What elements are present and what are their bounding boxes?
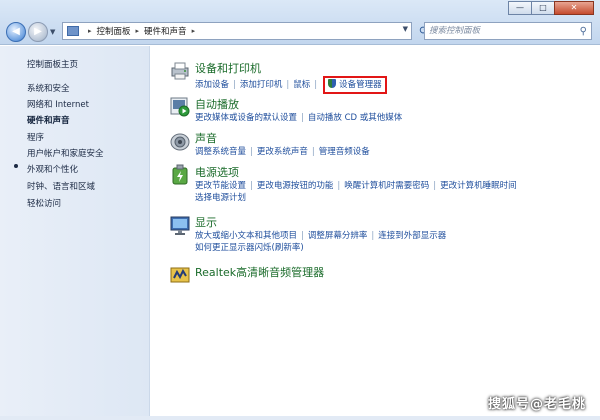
minimize-button[interactable]: —	[508, 1, 532, 15]
link-separator: |	[314, 80, 318, 90]
speaker-icon	[170, 133, 190, 151]
device-manager-link[interactable]: 设备管理器	[323, 76, 387, 94]
refresh-rate-link[interactable]: 如何更正显示器闪烁(刷新率)	[195, 243, 304, 253]
sleep-time-link[interactable]: 更改计算机睡眠时间	[440, 181, 517, 191]
sidebar: 控制面板主页 系统和安全 网络和 Internet 硬件和声音 程序 用户帐户和…	[0, 46, 150, 420]
link-separator: |	[311, 147, 315, 157]
breadcrumb-separator-icon[interactable]: ▸	[136, 27, 140, 35]
link-separator: |	[433, 181, 437, 191]
address-dropdown-icon[interactable]: ▼	[403, 25, 408, 33]
link-separator: |	[233, 80, 236, 90]
sound-title[interactable]: 声音	[195, 130, 217, 146]
sidebar-item-appearance[interactable]: 外观和个性化	[27, 163, 78, 175]
forward-button[interactable]: ▶	[28, 22, 48, 42]
sidebar-item-home[interactable]: 控制面板主页	[27, 58, 78, 70]
add-device-link[interactable]: 添加设备	[195, 80, 229, 90]
title-bar: — □ ✕ ◀ ▶ ▼ ▸ 控制面板 ▸ 硬件和声音 ▸ ▼ ⟳ 搜索控制面板 …	[0, 0, 600, 45]
address-bar[interactable]: ▸ 控制面板 ▸ 硬件和声音 ▸ ▼	[62, 22, 412, 40]
control-panel-icon	[67, 26, 79, 36]
breadcrumb-hardware-sound[interactable]: 硬件和声音	[144, 25, 187, 37]
power-options-title[interactable]: 电源选项	[195, 164, 239, 180]
manage-audio-devices-link[interactable]: 管理音频设备	[319, 147, 370, 157]
sidebar-item-hardware-sound[interactable]: 硬件和声音	[27, 114, 70, 126]
printer-icon	[171, 62, 189, 80]
power-button-link[interactable]: 更改电源按钮的功能	[257, 181, 334, 191]
sidebar-item-user-accounts[interactable]: 用户帐户和家庭安全	[27, 147, 104, 159]
device-manager-label: 设备管理器	[339, 80, 382, 90]
wake-password-link[interactable]: 唤醒计算机时需要密码	[344, 181, 429, 191]
realtek-title[interactable]: Realtek高清晰音频管理器	[195, 264, 324, 280]
battery-icon	[172, 164, 188, 185]
search-placeholder: 搜索控制面板	[429, 26, 481, 36]
mouse-link[interactable]: 鼠标	[293, 80, 310, 90]
change-default-media-link[interactable]: 更改媒体或设备的默认设置	[195, 113, 297, 123]
change-power-saving-link[interactable]: 更改节能设置	[195, 181, 246, 191]
search-icon[interactable]: ⚲	[580, 24, 587, 40]
breadcrumb-control-panel[interactable]: 控制面板	[97, 25, 131, 37]
autoplay-title[interactable]: 自动播放	[195, 96, 239, 112]
autoplay-icon	[170, 97, 190, 117]
uac-shield-icon	[328, 79, 337, 88]
adjust-volume-link[interactable]: 调整系统音量	[195, 147, 246, 157]
current-item-bullet	[14, 164, 18, 168]
breadcrumb-separator-icon[interactable]: ▸	[192, 27, 196, 35]
external-display-link[interactable]: 连接到外部显示器	[378, 231, 446, 241]
back-button[interactable]: ◀	[6, 22, 26, 42]
sidebar-item-network[interactable]: 网络和 Internet	[27, 98, 89, 110]
text-size-link[interactable]: 放大或缩小文本和其他项目	[195, 231, 297, 241]
history-dropdown-icon[interactable]: ▼	[50, 28, 55, 36]
main-content: 设备和打印机 添加设备 | 添加打印机 | 鼠标 | 设备管理器 自动播放 更改媒体或设备的…	[151, 46, 600, 420]
screen-resolution-link[interactable]: 调整屏幕分辨率	[308, 231, 368, 241]
link-separator: |	[286, 80, 290, 90]
change-sounds-link[interactable]: 更改系统声音	[257, 147, 308, 157]
sidebar-item-programs[interactable]: 程序	[27, 131, 44, 143]
link-separator: |	[371, 231, 375, 241]
search-input[interactable]: 搜索控制面板 ⚲	[424, 22, 592, 40]
maximize-button[interactable]: □	[531, 1, 555, 15]
window-controls: — □ ✕	[508, 1, 594, 15]
display-title[interactable]: 显示	[195, 214, 217, 230]
choose-power-plan-link[interactable]: 选择电源计划	[195, 193, 246, 203]
bottom-edge	[0, 416, 600, 420]
close-button[interactable]: ✕	[554, 1, 594, 15]
add-printer-link[interactable]: 添加打印机	[240, 80, 283, 90]
link-separator: |	[337, 181, 341, 191]
devices-printers-title[interactable]: 设备和打印机	[195, 60, 261, 76]
monitor-icon	[170, 216, 190, 235]
autoplay-cd-link[interactable]: 自动播放 CD 或其他媒体	[308, 113, 402, 123]
sidebar-item-ease-of-access[interactable]: 轻松访问	[27, 197, 61, 209]
link-separator: |	[301, 231, 304, 241]
link-separator: |	[250, 181, 253, 191]
realtek-audio-icon	[170, 267, 190, 283]
sidebar-item-clock-region[interactable]: 时钟、语言和区域	[27, 180, 95, 192]
link-separator: |	[301, 113, 304, 123]
watermark: 搜狐号@老毛桃	[487, 397, 586, 412]
link-separator: |	[250, 147, 253, 157]
sidebar-item-system-security[interactable]: 系统和安全	[27, 82, 70, 94]
breadcrumb-separator-icon[interactable]: ▸	[88, 27, 92, 35]
